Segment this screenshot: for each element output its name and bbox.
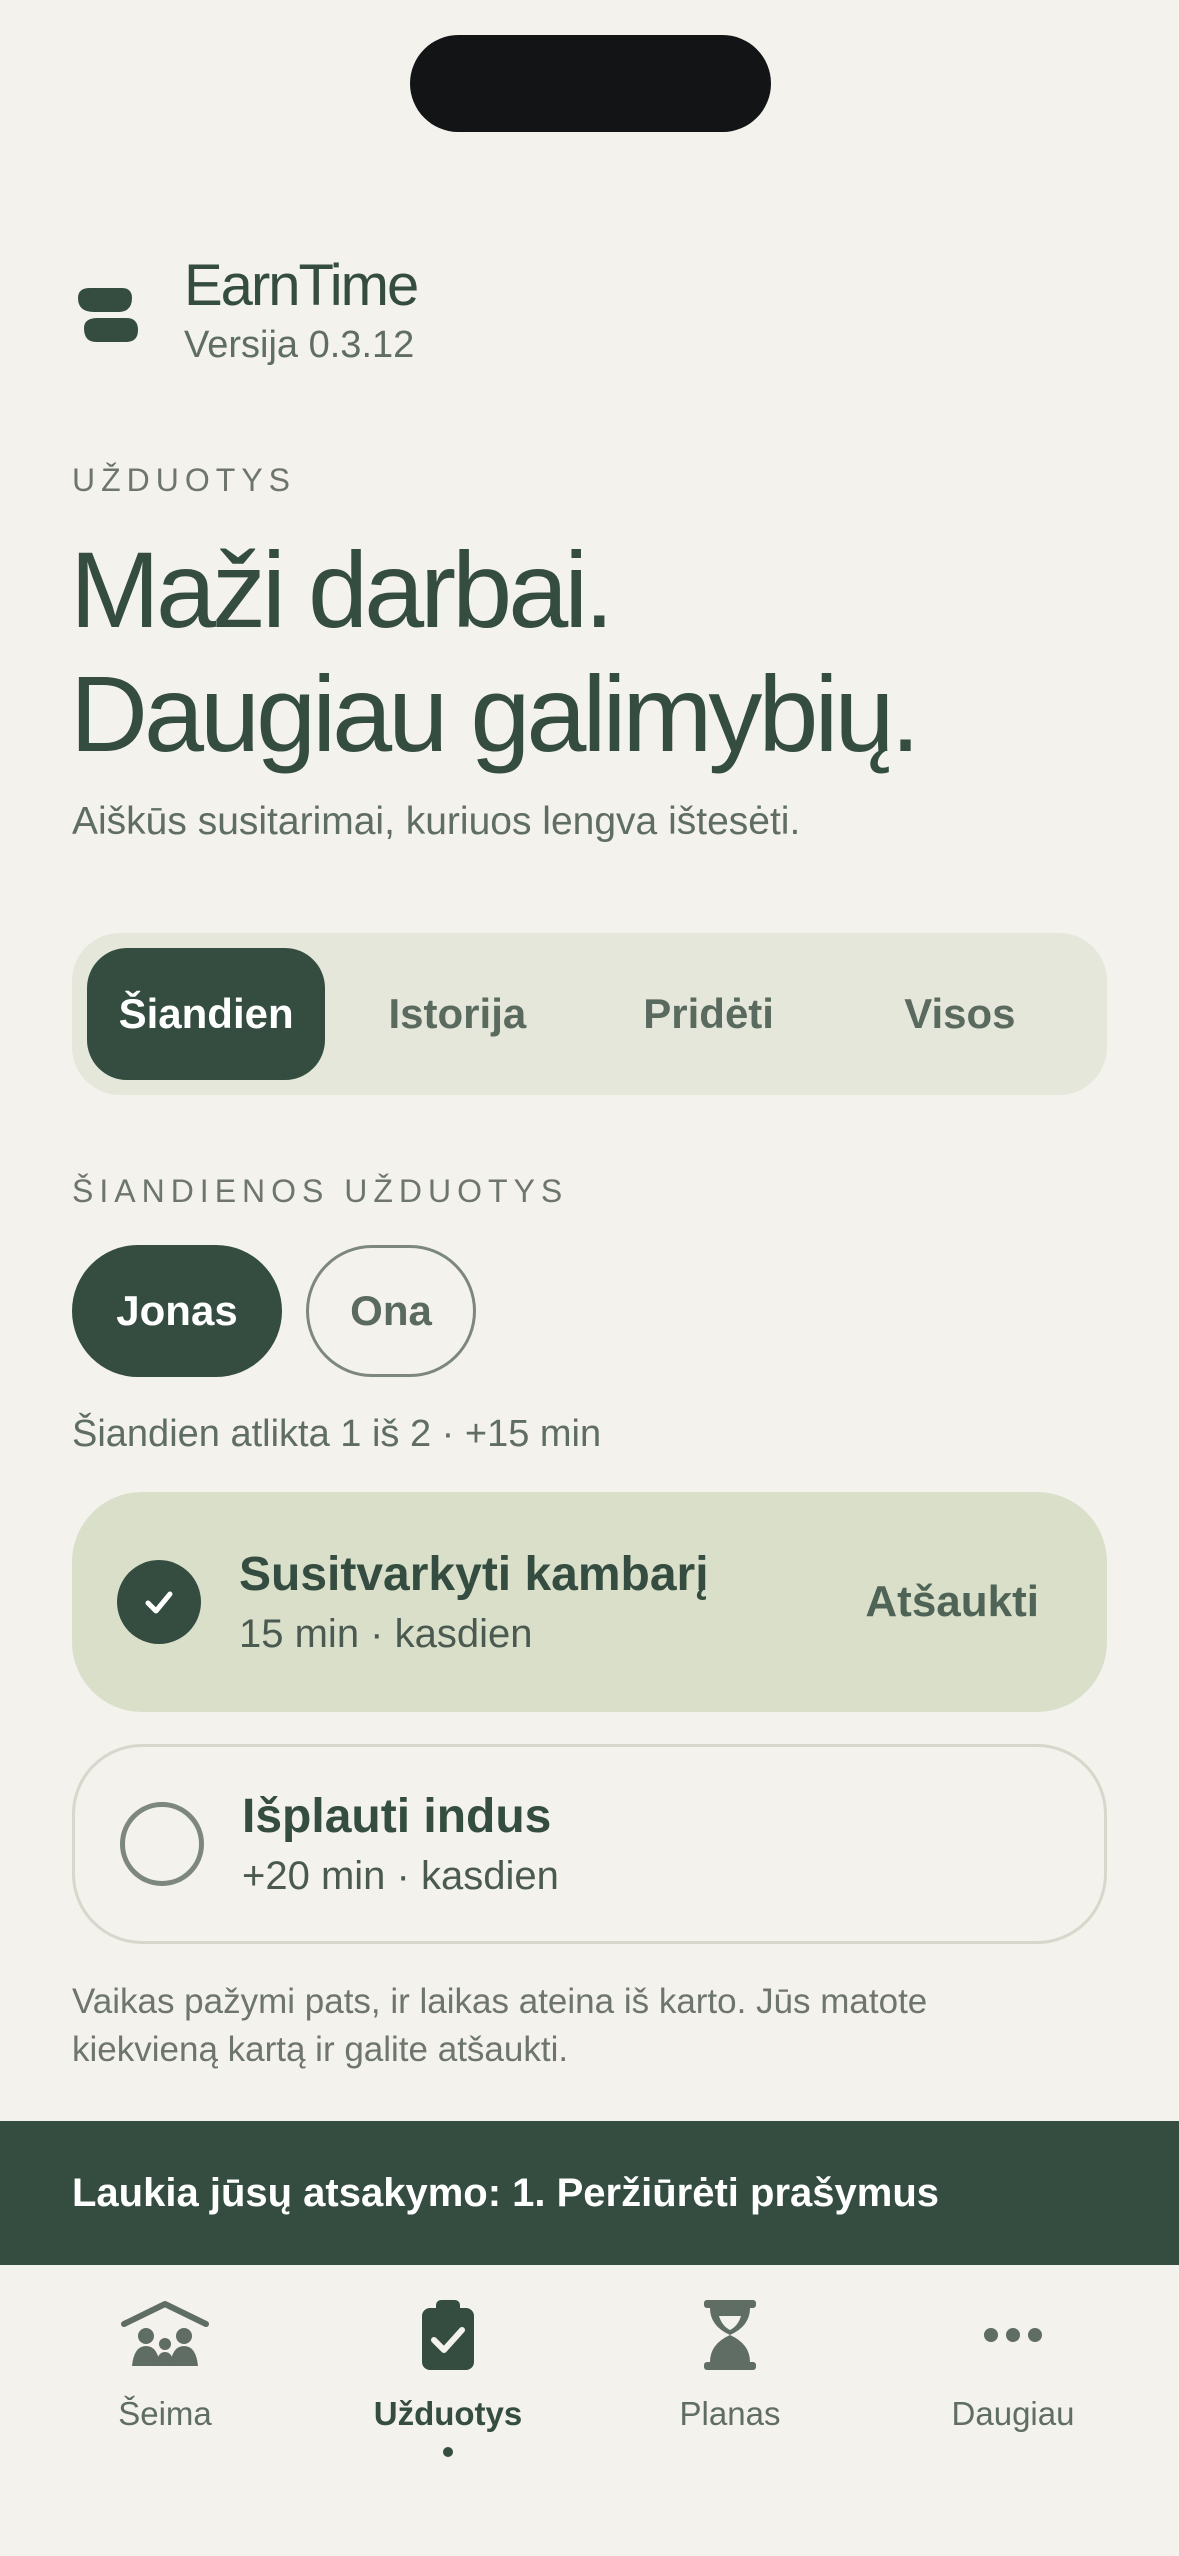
child-chip-ona[interactable]: Ona [306,1245,476,1377]
info-note: Vaikas pažymi pats, ir laikas ateina iš … [72,1982,928,2069]
task-card-open[interactable]: Išplauti indus +20 min · kasdien [72,1744,1107,1944]
hourglass-icon [704,2300,756,2370]
tab-tasks[interactable]: Užduotys [338,2295,558,2457]
tab-label: Planas [679,2395,781,2432]
page-title-line-1: Maži darbai. [70,529,614,650]
section-eyebrow: UŽDUOTYS [72,462,296,498]
banner-text: Laukia jūsų atsakymo: 1. Peržiūrėti praš… [72,2170,940,2215]
task-title: Išplauti indus [242,1790,552,1843]
tab-family[interactable]: Šeima [55,2295,275,2433]
tab-label: Šeima [118,2395,212,2432]
dynamic-island [410,35,771,132]
tab-label: Užduotys [373,2395,523,2432]
bottom-tab-bar: Šeima Užduotys Planas Daugiau [0,2265,1179,2556]
today-progress: Šiandien atlikta 1 iš 2 · +15 min [72,1413,602,1455]
clipboard-check-icon [422,2300,474,2370]
segment-history[interactable]: Istorija [338,948,576,1080]
segment-add[interactable]: Pridėti [590,948,828,1080]
app-logo-icon [78,288,138,342]
task-card-done: Susitvarkyti kambarį 15 min · kasdien At… [72,1492,1107,1712]
page-title: Maži darbai. Daugiau galimybių. [70,528,921,776]
family-icon [121,2301,209,2366]
task-meta: 15 min · kasdien [239,1612,533,1656]
task-meta: +20 min · kasdien [242,1854,559,1898]
view-segmented-control: Šiandien Istorija Pridėti Visos [72,933,1107,1095]
more-dots-icon [984,2328,1042,2342]
child-chip-jonas[interactable]: Jonas [72,1245,282,1377]
active-tab-indicator [443,2447,453,2457]
task-title: Susitvarkyti kambarį [239,1548,709,1601]
segment-today[interactable]: Šiandien [87,948,326,1080]
task-checkbox-checked[interactable] [117,1560,201,1644]
tab-label: Daugiau [951,2395,1075,2432]
app-version: Versija 0.3.12 [184,324,415,366]
today-tasks-heading: ŠIANDIENOS UŽDUOTYS [72,1173,569,1209]
page-subtitle: Aiškūs susitarimai, kuriuos lengva ištes… [72,800,801,843]
task-checkbox-unchecked[interactable] [120,1802,204,1886]
app-header: EarnTime Versija 0.3.12 [72,250,419,367]
checkmark-icon [145,1591,173,1614]
page-title-line-2: Daugiau galimybių. [70,653,921,774]
tab-more[interactable]: Daugiau [903,2295,1123,2433]
pending-requests-banner[interactable]: Laukia jūsų atsakymo: 1. Peržiūrėti praš… [0,2121,1179,2265]
tab-plan[interactable]: Planas [620,2295,840,2433]
undo-button[interactable]: Atšaukti [865,1577,1039,1627]
segment-all[interactable]: Visos [841,948,1079,1080]
app-name: EarnTime [184,253,419,318]
